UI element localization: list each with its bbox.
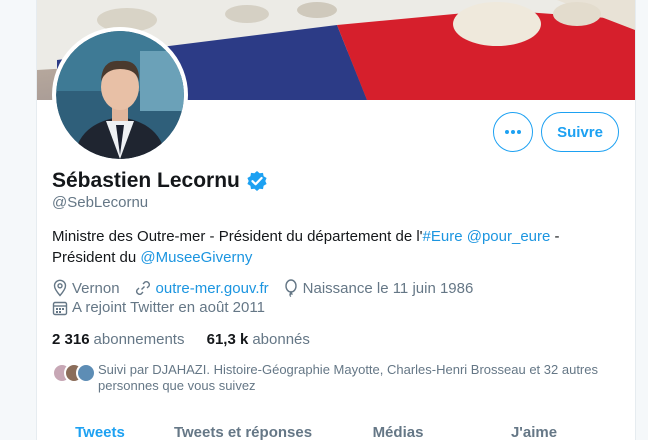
followers-count: 61,3 k <box>206 331 249 348</box>
followed-by-text: Suivi par DJAHAZI. Histoire-Géographie M… <box>98 362 598 393</box>
profile-handle: @SebLecornu <box>52 194 149 211</box>
profile-name: Sébastien Lecornu <box>52 169 268 193</box>
more-dots-icon <box>505 130 521 134</box>
bio-mention-link[interactable]: @pour_eure <box>467 228 551 245</box>
following-link[interactable]: 2 316 abonnements <box>52 331 184 348</box>
profile-tabs: Tweets Tweets et réponses Médias J'aime <box>37 424 635 440</box>
balloon-icon <box>284 279 297 297</box>
verified-badge-icon <box>247 171 267 191</box>
profile-card: Suivre Sébastien Lecornu @SebLecornu Min… <box>36 0 636 440</box>
profile-name-text: Sébastien Lecornu <box>52 169 240 192</box>
followed-by[interactable]: Suivi par DJAHAZI. Histoire-Géographie M… <box>52 362 622 394</box>
birthday-text: Naissance le 11 juin 1986 <box>302 279 474 297</box>
location-pin-icon <box>53 279 67 297</box>
location-text: Vernon <box>72 279 120 297</box>
follow-counts: 2 316 abonnements 61,3 k abonnés <box>52 331 328 348</box>
bio-mention-link-2[interactable]: @MuseeGiverny <box>140 249 252 266</box>
followed-by-avatars <box>52 363 98 383</box>
followers-label: abonnés <box>252 331 310 348</box>
following-count: 2 316 <box>52 331 90 348</box>
website-link[interactable]: outre-mer.gouv.fr <box>156 280 269 297</box>
following-label: abonnements <box>93 331 185 348</box>
profile-bio: Ministre des Outre-mer - Président du dé… <box>52 226 612 268</box>
tab-likes[interactable]: J'aime <box>473 424 595 440</box>
tab-media[interactable]: Médias <box>323 424 473 440</box>
join-date-text: A rejoint Twitter en août 2011 <box>72 299 265 316</box>
bio-text: Ministre des Outre-mer - Président du dé… <box>52 228 423 245</box>
profile-avatar[interactable] <box>52 27 188 163</box>
profile-meta: Vernon outre-mer.gouv.fr Naissance le 11… <box>52 279 487 297</box>
tab-tweets-replies[interactable]: Tweets et réponses <box>163 424 323 440</box>
location: Vernon <box>52 279 120 297</box>
follow-button[interactable]: Suivre <box>541 112 619 152</box>
avatar <box>76 363 96 383</box>
website[interactable]: outre-mer.gouv.fr <box>134 279 269 297</box>
more-options-button[interactable] <box>493 112 533 152</box>
tab-tweets[interactable]: Tweets <box>37 424 163 440</box>
link-icon <box>135 281 150 295</box>
bio-hashtag-link[interactable]: #Eure <box>423 228 463 245</box>
birthday: Naissance le 11 juin 1986 <box>283 279 474 297</box>
calendar-icon <box>52 301 68 315</box>
profile-join-date: A rejoint Twitter en août 2011 <box>52 299 279 316</box>
join-date: A rejoint Twitter en août 2011 <box>52 299 265 316</box>
followers-link[interactable]: 61,3 k abonnés <box>207 331 310 348</box>
